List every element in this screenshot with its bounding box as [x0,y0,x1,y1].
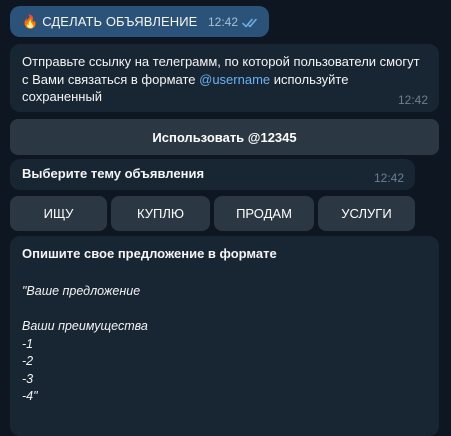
topic-prompt-message: Выберите тему объявления 12:42 [10,159,415,190]
offer-format-line: "Ваше предложение [22,284,141,298]
offer-prompt-message: Опишите свое предложение в формате "Ваше… [10,236,439,436]
use-saved-username-button[interactable]: Использовать @12345 [10,119,439,155]
offer-format-line: -3 [22,371,34,386]
double-check-icon [242,18,257,28]
option-search-button[interactable]: ИЩУ [10,196,107,231]
option-sell-button[interactable]: ПРОДАМ [214,196,314,231]
offer-format-line: -2 [22,354,34,368]
option-buy-button[interactable]: КУПЛЮ [111,196,210,231]
username-link[interactable]: @username [199,72,270,87]
offer-format-line: -4" [22,389,38,403]
link-prompt-text: Отправьте ссылку на телеграмм, по которо… [22,53,427,106]
outgoing-message-text: СДЕЛАТЬ ОБЪЯВЛЕНИЕ [42,14,198,29]
offer-prompt-title: Опишите свое предложение в формате [22,246,277,261]
topic-prompt-text: Выберите тему объявления [22,166,205,181]
link-prompt-message: Отправьте ссылку на телеграмм, по которо… [10,44,439,112]
fire-icon: 🔥 [22,14,39,29]
outgoing-message: 🔥 СДЕЛАТЬ ОБЪЯВЛЕНИЕ 12:42 [10,6,269,37]
option-services-button[interactable]: УСЛУГИ [318,196,415,231]
outgoing-message-time: 12:42 [207,15,238,29]
link-prompt-time: 12:42 [397,93,428,107]
offer-format-line: Ваши преимущества [22,319,148,333]
offer-format-line: -1 [22,336,34,351]
topic-prompt-time: 12:42 [373,171,404,185]
